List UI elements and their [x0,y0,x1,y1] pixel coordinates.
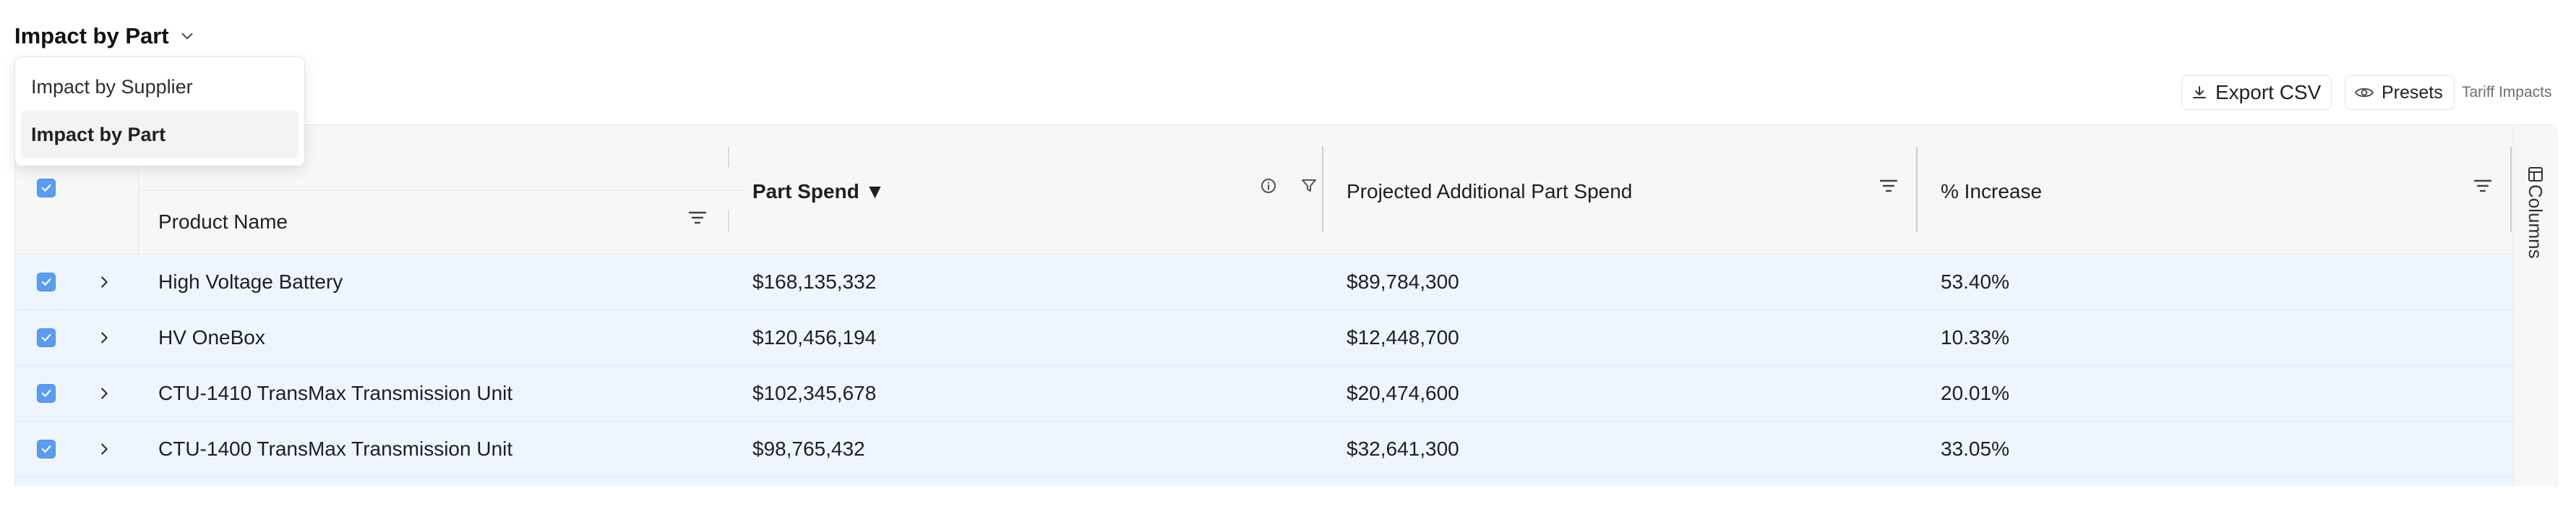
funnel-filter-icon[interactable] [1300,177,1318,195]
table-row-partial [15,477,2513,486]
presets-label: Presets [2382,82,2443,103]
select-all-checkbox[interactable] [37,179,56,197]
cell-product-name: High Voltage Battery [158,270,343,293]
cell-projected-spend: $89,784,300 [1347,270,1459,293]
expand-chevron-icon[interactable] [96,255,112,310]
column-header-projected-additional-part-spend[interactable]: Projected Additional Part Spend [1347,180,1632,203]
cell-percent-increase: 53.40% [1941,270,2009,293]
cell-product-name: HV OneBox [158,326,265,349]
part-spend-label: Part Spend [752,180,859,202]
table-row[interactable]: HV OneBox $120,456,194 $12,448,700 10.33… [15,310,2513,366]
cell-part-spend: $102,345,678 [752,382,877,404]
columns-panel-label[interactable]: Columns [2524,184,2546,259]
presets-button[interactable]: Presets [2345,75,2455,110]
table-header: Product Name Part Spend ▼ Projected Addi… [15,125,2513,255]
menu-item-impact-by-part[interactable]: Impact by Part [21,111,299,158]
cell-product-name: CTU-1400 TransMax Transmission Unit [158,438,513,460]
table-row[interactable]: High Voltage Battery $168,135,332 $89,78… [15,255,2513,310]
column-header-percent-increase[interactable]: % Increase [1941,180,2042,203]
table-row[interactable]: CTU-1410 TransMax Transmission Unit $102… [15,366,2513,422]
export-csv-label: Export CSV [2215,81,2322,103]
cell-percent-increase: 10.33% [1941,326,2009,349]
row-checkbox[interactable] [37,384,56,403]
cell-projected-spend: $20,474,600 [1347,382,1459,404]
cell-percent-increase: 33.05% [1941,438,2009,460]
cell-percent-increase: 20.01% [1941,382,2009,404]
cell-projected-spend: $12,448,700 [1347,326,1459,349]
download-icon [2191,84,2208,101]
expand-chevron-icon[interactable] [96,366,112,421]
table-columns-icon [2527,166,2544,183]
eye-icon [2354,85,2374,100]
cell-part-spend: $98,765,432 [752,438,865,460]
view-dropdown-menu: Impact by Supplier Impact by Part [14,56,305,166]
page-title: Impact by Part [14,23,169,48]
table-row[interactable]: CTU-1400 TransMax Transmission Unit $98,… [15,422,2513,477]
column-header-part-spend[interactable]: Part Spend ▼ [752,180,885,203]
cell-part-spend: $120,456,194 [752,326,877,349]
row-checkbox[interactable] [37,440,56,458]
chevron-down-icon[interactable] [178,27,197,46]
data-grid: Product Name Part Spend ▼ Projected Addi… [14,124,2557,486]
sort-desc-icon: ▼ [864,180,885,202]
cell-projected-spend: $32,641,300 [1347,438,1459,460]
filter-lines-icon[interactable] [687,209,708,226]
columns-side-panel[interactable]: Columns [2513,125,2556,486]
filter-lines-icon[interactable] [2473,177,2493,195]
menu-item-impact-by-supplier[interactable]: Impact by Supplier [21,63,299,111]
cell-part-spend: $168,135,332 [752,270,877,293]
expand-chevron-icon[interactable] [96,422,112,477]
breadcrumb-tariff-impacts[interactable]: Tariff Impacts [2462,84,2551,101]
filter-lines-icon[interactable] [1879,177,1899,195]
breadcrumb[interactable]: Tariff Impacts [2462,75,2551,110]
row-checkbox[interactable] [37,273,56,291]
export-csv-button[interactable]: Export CSV [2181,75,2332,110]
cell-product-name: CTU-1410 TransMax Transmission Unit [158,382,513,404]
expand-chevron-icon[interactable] [96,310,112,365]
column-header-product-name[interactable]: Product Name [158,210,288,234]
view-selector[interactable]: Impact by Part [14,22,197,51]
row-checkbox[interactable] [37,328,56,347]
info-icon[interactable] [1260,177,1277,195]
